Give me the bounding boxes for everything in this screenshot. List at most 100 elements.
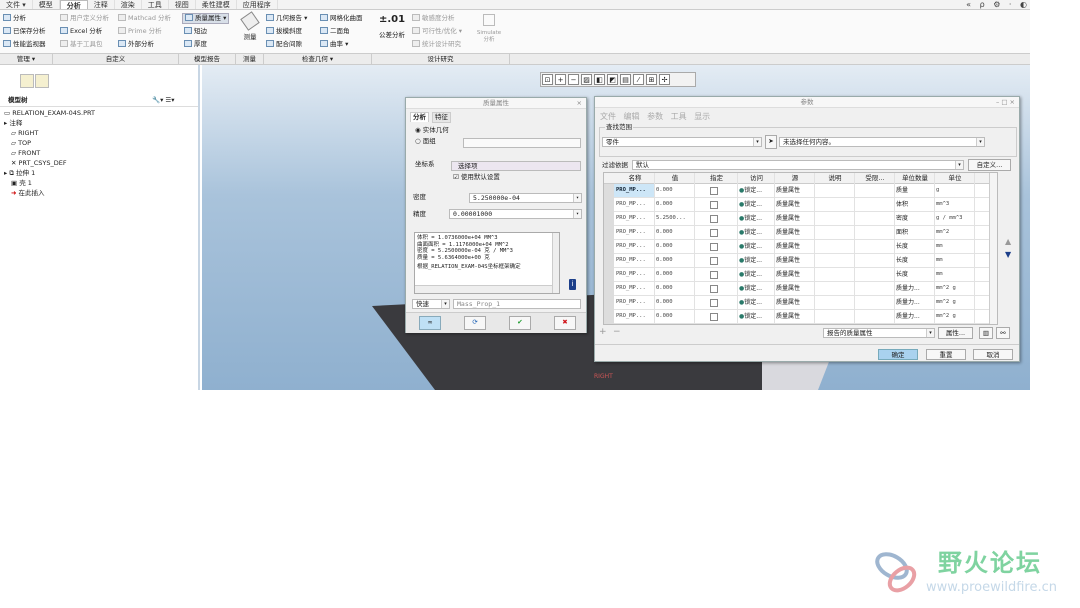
- mass-properties-button[interactable]: 质量属性 ▾: [182, 13, 230, 24]
- param-name[interactable]: PRO_MP...: [614, 268, 654, 281]
- move-up-icon[interactable]: ▲: [1005, 237, 1011, 246]
- tolerance-analysis-button[interactable]: ±.01 公差分析: [376, 14, 408, 40]
- draft-button[interactable]: 拔模斜度: [266, 27, 302, 36]
- tab-file[interactable]: 文件 ▾: [0, 0, 33, 9]
- column-header[interactable]: 指定: [694, 173, 737, 184]
- folder-tab-icon[interactable]: [35, 74, 49, 88]
- properties-button[interactable]: 属性...: [938, 327, 973, 339]
- mathcad-analysis-button[interactable]: Mathcad 分析: [118, 14, 171, 23]
- designate-checkbox[interactable]: [710, 313, 718, 321]
- vertical-scrollbar[interactable]: [552, 233, 559, 293]
- saved-views-icon[interactable]: ◩: [607, 74, 618, 85]
- measure-button[interactable]: 测量: [240, 11, 260, 42]
- chevron-down-icon[interactable]: ▾: [573, 210, 581, 218]
- display-style-icon[interactable]: ◧: [594, 74, 605, 85]
- refit-icon[interactable]: ⊡: [542, 74, 553, 85]
- select-pointer-button[interactable]: ➤: [765, 135, 777, 149]
- curvature-button[interactable]: 曲率 ▾: [320, 40, 348, 49]
- item-select[interactable]: 未选择任何内容。 ▾: [779, 137, 985, 147]
- param-value[interactable]: 0.000: [654, 310, 694, 323]
- view-manager-icon[interactable]: ▤: [620, 74, 631, 85]
- filter-select[interactable]: 默认 ▾: [632, 160, 964, 170]
- clearance-button[interactable]: 配合间隙: [266, 40, 302, 49]
- tab-model[interactable]: 模型: [33, 0, 60, 9]
- tree-item-annotations[interactable]: ▸ 注释: [4, 118, 22, 128]
- param-name[interactable]: PRO_MP...: [614, 254, 654, 267]
- param-value[interactable]: 0.000: [654, 282, 694, 295]
- move-down-icon[interactable]: ▼: [1005, 250, 1011, 259]
- external-analysis-button[interactable]: 外部分析: [118, 40, 154, 49]
- model-tree-tab-icon[interactable]: [3, 74, 17, 88]
- group-manage[interactable]: 管理 ▾: [0, 54, 53, 65]
- customize-button[interactable]: 自定义...: [968, 159, 1011, 171]
- column-header[interactable]: 访问: [737, 173, 774, 184]
- menu-tools[interactable]: 工具: [671, 112, 687, 121]
- table-scrollbar[interactable]: [989, 173, 997, 324]
- simulate-button[interactable]: Simulate 分析: [473, 14, 505, 44]
- confirm-button[interactable]: 确定: [878, 349, 918, 360]
- preview-button[interactable]: ∞: [419, 316, 441, 330]
- ok-button[interactable]: ✔: [509, 316, 531, 330]
- table-columns-button[interactable]: ▥: [979, 327, 993, 339]
- designate-checkbox[interactable]: [710, 187, 718, 195]
- tree-settings-icon[interactable]: 🔧▾ ☰▾: [152, 95, 175, 105]
- tree-item-top[interactable]: ▱ TOP: [11, 138, 31, 148]
- param-value[interactable]: 0.000: [654, 254, 694, 267]
- param-name[interactable]: PRO_MP...: [614, 198, 654, 211]
- prime-analysis-button[interactable]: Prime 分析: [118, 27, 162, 36]
- chevron-down-icon[interactable]: ▾: [976, 138, 984, 146]
- param-name[interactable]: PRO_MP...: [614, 310, 654, 323]
- designate-checkbox[interactable]: [710, 243, 718, 251]
- thickness-button[interactable]: 厚度: [184, 40, 207, 49]
- param-value[interactable]: 0.000: [654, 198, 694, 211]
- excel-analysis-button[interactable]: Excel 分析: [60, 27, 102, 36]
- designate-checkbox[interactable]: [710, 257, 718, 265]
- tree-item-shell[interactable]: ▣ 壳 1: [11, 178, 32, 188]
- tree-item-right[interactable]: ▱ RIGHT: [11, 128, 38, 138]
- tab-analysis[interactable]: 分析: [59, 0, 88, 10]
- chevron-down-icon[interactable]: ▾: [955, 161, 963, 169]
- tab-analysis[interactable]: 分析: [410, 112, 429, 122]
- cancel-button[interactable]: ✖: [554, 316, 576, 330]
- tree-item-part[interactable]: ▭ RELATION_EXAM-04S.PRT: [4, 108, 95, 118]
- reset-button[interactable]: 重置: [926, 349, 966, 360]
- geometry-report-button[interactable]: 几何报告 ▾: [266, 14, 307, 23]
- sensitivity-analysis-button[interactable]: 敏感度分析: [412, 14, 455, 23]
- mesh-surface-button[interactable]: 网格化曲面: [320, 14, 363, 23]
- tab-applications[interactable]: 应用程序: [237, 0, 278, 9]
- designate-checkbox[interactable]: [710, 229, 718, 237]
- radio-quilt[interactable]: ○ 面组: [415, 137, 436, 146]
- param-value[interactable]: 0.000: [654, 184, 694, 197]
- tree-item-csys[interactable]: ✕ PRT_CSYS_DEF: [11, 158, 67, 168]
- param-name[interactable]: PRO_MP...: [614, 282, 654, 295]
- param-name[interactable]: PRO_MP...: [614, 184, 654, 197]
- chevron-down-icon[interactable]: ▾: [573, 194, 581, 202]
- column-header[interactable]: 源: [774, 173, 814, 184]
- tab-tools[interactable]: 工具: [142, 0, 169, 9]
- param-name[interactable]: PRO_MP...: [614, 212, 654, 225]
- results-textarea[interactable]: 体积 = 1.0736000e+04 MM^3 曲面面积 = 1.1176000…: [414, 232, 560, 294]
- accuracy-field[interactable]: 0.00001000 ▾: [449, 209, 582, 219]
- find-button[interactable]: ⚯: [996, 327, 1010, 339]
- chevron-down-icon[interactable]: ▾: [926, 329, 934, 337]
- param-name[interactable]: PRO_MP...: [614, 240, 654, 253]
- datum-display-icon[interactable]: ⁄: [633, 74, 644, 85]
- quick-access-icons[interactable]: « ρ ⚙ · ◐: [966, 0, 1030, 9]
- param-value[interactable]: 5.2500...: [654, 212, 694, 225]
- tab-annotate[interactable]: 注释: [88, 0, 115, 9]
- chevron-down-icon[interactable]: ▾: [753, 138, 761, 146]
- info-icon[interactable]: i: [569, 279, 576, 290]
- designate-checkbox[interactable]: [710, 271, 718, 279]
- tab-flexible-modeling[interactable]: 柔性建模: [196, 0, 237, 9]
- saved-analysis-button[interactable]: 已保存分析: [3, 27, 46, 36]
- cancel-button[interactable]: 取消: [973, 349, 1013, 360]
- menu-file[interactable]: 文件: [600, 112, 616, 121]
- radio-solid-geometry[interactable]: ◉ 实体几何: [415, 126, 449, 135]
- tab-view[interactable]: 视图: [169, 0, 196, 9]
- column-header[interactable]: 名称: [614, 173, 654, 184]
- tree-item-insert-here[interactable]: ➜ 在此插入: [11, 188, 45, 198]
- tab-render[interactable]: 渲染: [115, 0, 142, 9]
- param-value[interactable]: 0.000: [654, 226, 694, 239]
- designate-checkbox[interactable]: [710, 201, 718, 209]
- menu-display[interactable]: 显示: [694, 112, 710, 121]
